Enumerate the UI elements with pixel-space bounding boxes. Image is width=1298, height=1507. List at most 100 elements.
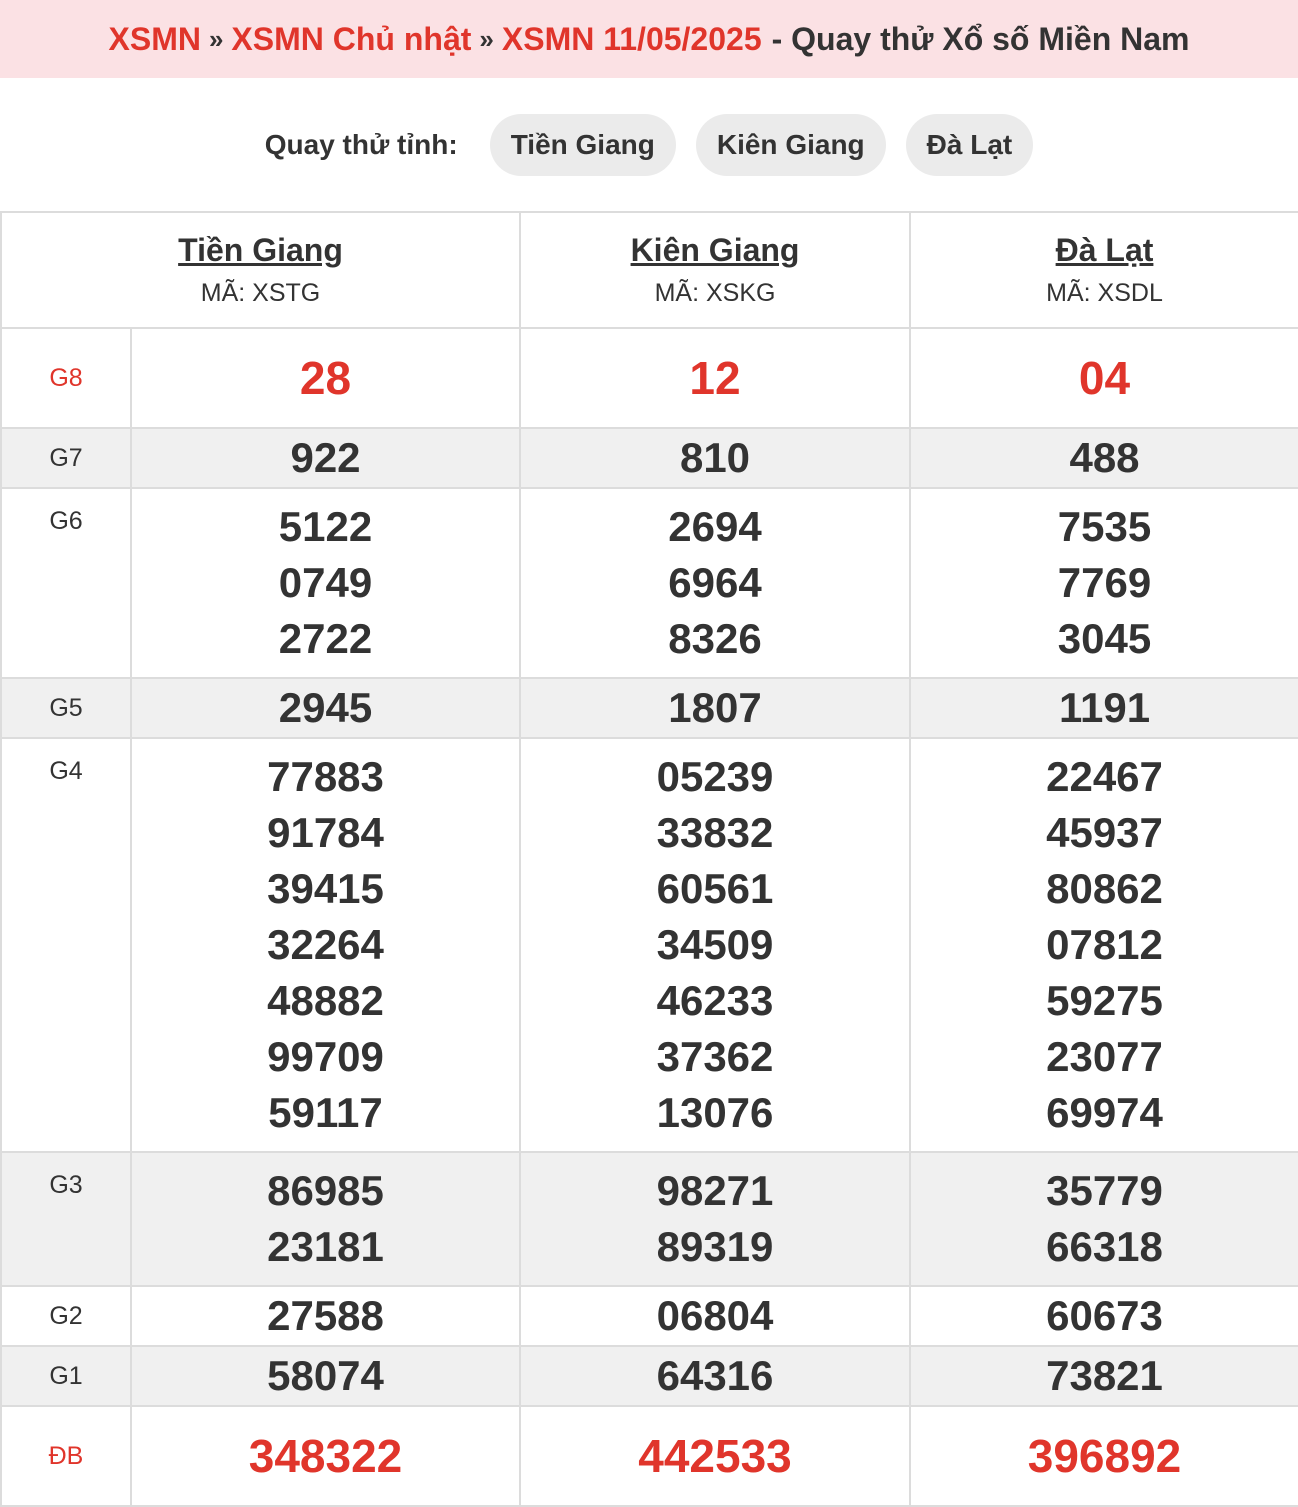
prize-number: 396892 bbox=[1027, 1430, 1182, 1482]
prize-cell: 05239 33832 60561 34509 46233 37362 13076 bbox=[519, 737, 912, 1153]
prize-cell: 58074 bbox=[129, 1345, 522, 1407]
prize-number: 80862 bbox=[1046, 865, 1163, 912]
province-code: MÃ: XSKG bbox=[654, 279, 776, 307]
prize-number: 22467 bbox=[1046, 753, 1163, 800]
province-button-da-lat[interactable]: Đà Lạt bbox=[905, 114, 1034, 176]
prize-label: G2 bbox=[0, 1285, 132, 1347]
prize-cell: 77883 91784 39415 32264 48882 99709 59117 bbox=[129, 737, 522, 1153]
prize-number: 2722 bbox=[278, 615, 373, 662]
prize-number: 1807 bbox=[668, 684, 762, 731]
prize-rows: G8 28 12 04 G7 922 810 488 G6 5122 0749 2722 2694 696… bbox=[0, 327, 1298, 1507]
prize-cell: 442533 bbox=[519, 1405, 912, 1507]
prize-number: 5122 bbox=[278, 503, 373, 550]
prize-cell: 922 bbox=[129, 427, 522, 489]
prize-number: 58074 bbox=[267, 1352, 384, 1399]
province-header-row: Tiền Giang MÃ: XSTG Kiên Giang MÃ: XSKG … bbox=[0, 211, 1298, 329]
prize-number: 04 bbox=[1078, 352, 1131, 404]
prize-cell: 86985 23181 bbox=[129, 1151, 522, 1287]
prize-number: 64316 bbox=[656, 1352, 774, 1399]
prize-cell: 396892 bbox=[909, 1405, 1298, 1507]
prize-cell: 64316 bbox=[519, 1345, 912, 1407]
prize-number: 06804 bbox=[656, 1292, 774, 1339]
prize-number: 66318 bbox=[1046, 1223, 1163, 1270]
prize-number: 12 bbox=[689, 352, 741, 404]
prize-cell: 04 bbox=[909, 327, 1298, 429]
selector-label: Quay thử tỉnh: bbox=[264, 129, 458, 160]
province-link[interactable]: Kiên Giang bbox=[521, 232, 909, 269]
prize-number: 0749 bbox=[278, 559, 373, 606]
prize-number: 488 bbox=[1069, 434, 1140, 481]
province-code: MÃ: XSDL bbox=[1046, 279, 1163, 307]
prize-number: 35779 bbox=[1046, 1167, 1163, 1214]
province-link[interactable]: Tiền Giang bbox=[2, 232, 519, 269]
prize-cell: 348322 bbox=[129, 1405, 522, 1507]
prize-label: G3 bbox=[0, 1151, 132, 1287]
page-title: - Quay thử Xổ số Miền Nam bbox=[771, 20, 1190, 57]
prize-number: 59117 bbox=[268, 1089, 383, 1136]
prize-number: 6964 bbox=[668, 559, 762, 606]
prize-cell: 488 bbox=[909, 427, 1298, 489]
prize-cell: 22467 45937 80862 07812 59275 23077 69974 bbox=[909, 737, 1298, 1153]
prize-label: G1 bbox=[0, 1345, 132, 1407]
prize-cell: 1191 bbox=[909, 677, 1298, 739]
prize-number: 7535 bbox=[1057, 503, 1152, 550]
prize-number: 60673 bbox=[1046, 1292, 1163, 1339]
prize-cell: 1807 bbox=[519, 677, 912, 739]
prize-cell: 35779 66318 bbox=[909, 1151, 1298, 1287]
prize-number: 77883 bbox=[267, 753, 384, 800]
prize-number: 89319 bbox=[656, 1223, 774, 1270]
breadcrumb-date-link[interactable]: XSMN 11/05/2025 bbox=[502, 21, 762, 58]
prize-number: 8326 bbox=[668, 615, 762, 662]
prize-number: 60561 bbox=[656, 865, 774, 912]
breadcrumb-xsmn-link[interactable]: XSMN bbox=[109, 21, 201, 58]
results-table: Tiền Giang MÃ: XSTG Kiên Giang MÃ: XSKG … bbox=[0, 211, 1298, 1507]
prize-number: 1191 bbox=[1058, 684, 1151, 731]
prize-number: 05239 bbox=[656, 753, 774, 800]
prize-row: G3 86985 23181 98271 89319 35779 66318 bbox=[0, 1151, 1298, 1287]
prize-number: 23077 bbox=[1046, 1033, 1163, 1080]
prize-number: 34509 bbox=[656, 921, 774, 968]
prize-label: G5 bbox=[0, 677, 132, 739]
breadcrumb-sunday-link[interactable]: XSMN Chủ nhật bbox=[231, 21, 471, 58]
prize-label: G8 bbox=[0, 327, 132, 429]
prize-row: G8 28 12 04 bbox=[0, 327, 1298, 429]
prize-number: 7769 bbox=[1057, 559, 1152, 606]
prize-cell: 27588 bbox=[129, 1285, 522, 1347]
prize-cell: 2694 6964 8326 bbox=[519, 487, 912, 679]
prize-cell: 73821 bbox=[909, 1345, 1298, 1407]
prize-number: 86985 bbox=[267, 1167, 384, 1214]
prize-number: 39415 bbox=[267, 865, 384, 912]
prize-number: 37362 bbox=[656, 1033, 774, 1080]
prize-number: 91784 bbox=[267, 809, 384, 856]
prize-label: ĐB bbox=[0, 1405, 132, 1507]
prize-number: 922 bbox=[290, 434, 361, 481]
province-header-da-lat: Đà Lạt MÃ: XSDL bbox=[909, 211, 1298, 329]
province-link[interactable]: Đà Lạt bbox=[911, 232, 1298, 269]
prize-number: 27588 bbox=[267, 1292, 384, 1339]
prize-row: G2 27588 06804 60673 bbox=[0, 1285, 1298, 1347]
prize-number: 2945 bbox=[278, 684, 373, 731]
prize-number: 3045 bbox=[1057, 615, 1152, 662]
prize-number: 810 bbox=[679, 434, 751, 481]
prize-number: 13076 bbox=[656, 1089, 774, 1136]
prize-cell: 28 bbox=[129, 327, 522, 429]
province-header-tien-giang: Tiền Giang MÃ: XSTG bbox=[0, 211, 522, 329]
prize-row: G7 922 810 488 bbox=[0, 427, 1298, 489]
province-selector: Quay thử tỉnh: Tiền Giang Kiên Giang Đà … bbox=[0, 78, 1298, 212]
prize-label: G4 bbox=[0, 737, 132, 1153]
prize-number: 442533 bbox=[638, 1430, 792, 1482]
prize-row: G6 5122 0749 2722 2694 6964 8326 7535 7769 3045 bbox=[0, 487, 1298, 679]
prize-number: 28 bbox=[299, 352, 352, 404]
breadcrumb-separator-icon: » bbox=[208, 23, 224, 54]
prize-cell: 60673 bbox=[909, 1285, 1298, 1347]
province-button-kien-giang[interactable]: Kiên Giang bbox=[695, 114, 886, 176]
province-button-tien-giang[interactable]: Tiền Giang bbox=[489, 114, 676, 176]
prize-number: 73821 bbox=[1046, 1352, 1163, 1399]
prize-number: 32264 bbox=[267, 921, 384, 968]
province-code: MÃ: XSTG bbox=[200, 279, 321, 307]
prize-number: 99709 bbox=[267, 1033, 384, 1080]
prize-number: 07812 bbox=[1046, 921, 1163, 968]
prize-number: 23181 bbox=[267, 1223, 384, 1270]
province-header-kien-giang: Kiên Giang MÃ: XSKG bbox=[519, 211, 912, 329]
prize-cell: 5122 0749 2722 bbox=[129, 487, 522, 679]
